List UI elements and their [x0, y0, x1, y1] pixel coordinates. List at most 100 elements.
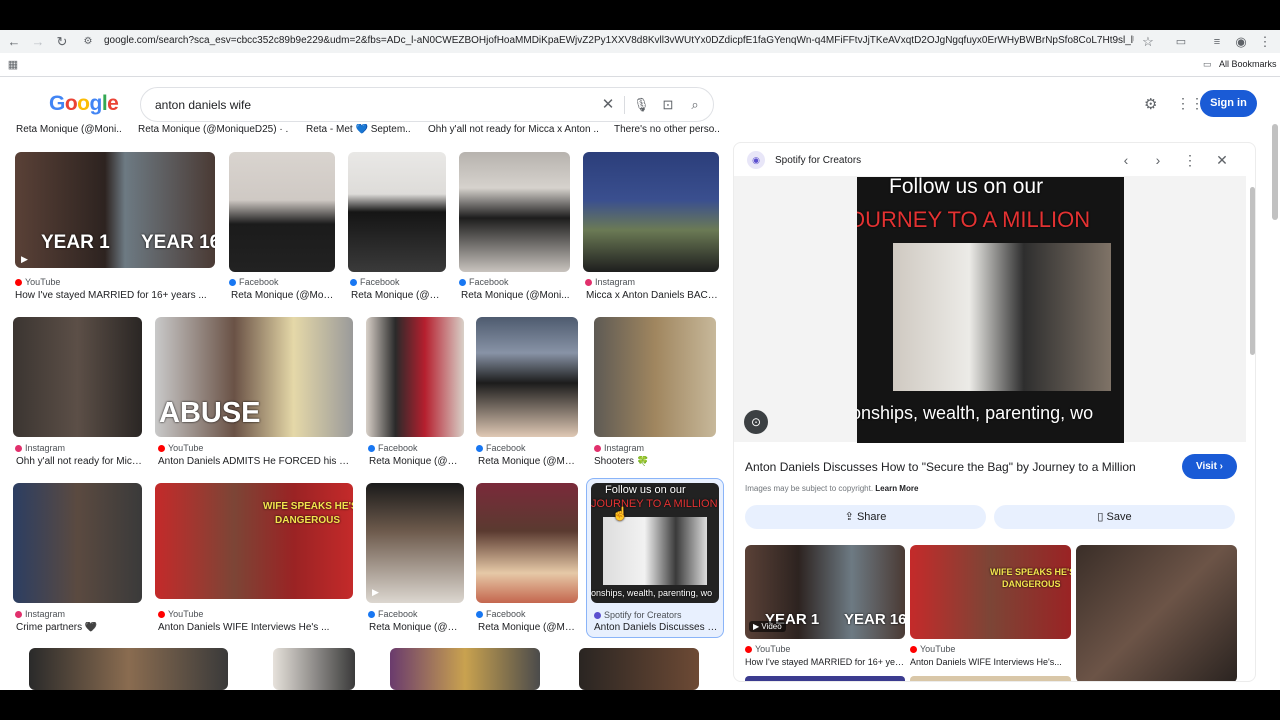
- thumbnail[interactable]: [583, 152, 719, 272]
- image-result[interactable]: ▶ Facebook Reta Monique (@M...: [366, 483, 464, 633]
- thumbnail[interactable]: [13, 483, 142, 603]
- image-result[interactable]: Facebook Reta Monique (@Moni...: [459, 152, 570, 302]
- microphone-icon[interactable]: 🎙: [633, 97, 650, 113]
- result-title[interactable]: Anton Daniels WIFE Interviews He's ...: [158, 622, 353, 633]
- settings-gear-icon[interactable]: ⚙: [1144, 95, 1157, 113]
- site-info-icon[interactable]: ⚙: [80, 34, 96, 50]
- forward-icon[interactable]: →: [30, 34, 46, 50]
- reload-icon[interactable]: ↻: [54, 34, 70, 50]
- image-result[interactable]: YEAR 1 YEAR 16 ▶ YouTube How I've stayed…: [15, 152, 215, 302]
- bookmark-star-icon[interactable]: ☆: [1140, 34, 1156, 50]
- google-logo[interactable]: Google: [49, 92, 119, 116]
- clear-icon[interactable]: ✕: [600, 97, 616, 113]
- cut-title-2[interactable]: Reta Monique (@MoniqueD25) · ...: [138, 124, 288, 135]
- panel-scrollbar[interactable]: [1250, 187, 1255, 355]
- media-icon[interactable]: ≡: [1209, 34, 1225, 50]
- cut-title-3[interactable]: Reta - Met 💙 Septem...: [306, 124, 411, 135]
- image-result[interactable]: Instagram Micca x Anton Daniels BACK ...: [583, 152, 719, 302]
- panel-title[interactable]: Anton Daniels Discusses How to "Secure t…: [745, 460, 1165, 474]
- result-title[interactable]: Ohh y'all not ready for Micc...: [16, 456, 142, 467]
- cast-icon[interactable]: ▭: [1173, 34, 1189, 50]
- image-result[interactable]: Facebook Reta Monique (@M...: [366, 317, 464, 467]
- result-title[interactable]: Reta Monique (@M...: [369, 456, 464, 467]
- result-title[interactable]: Reta Monique (@M...: [369, 622, 464, 633]
- thumbnail[interactable]: [229, 152, 335, 272]
- related-thumb-4[interactable]: [745, 676, 905, 681]
- url-text[interactable]: google.com/search?sca_esv=cbcc352c89b9e2…: [104, 35, 1134, 46]
- profile-icon[interactable]: ◉: [1233, 34, 1249, 50]
- thumbnail[interactable]: [476, 317, 578, 437]
- thumbnail[interactable]: ABUSE: [155, 317, 353, 437]
- search-input[interactable]: anton daniels wife: [155, 98, 251, 112]
- related-title-1[interactable]: How I've stayed MARRIED for 16+ years...: [745, 657, 905, 667]
- related-title-2[interactable]: Anton Daniels WIFE Interviews He's...: [910, 657, 1071, 667]
- image-result[interactable]: Instagram Crime partners 🖤: [13, 483, 142, 633]
- close-icon[interactable]: ✕: [1212, 150, 1232, 170]
- thumbnail[interactable]: [459, 152, 570, 272]
- share-button[interactable]: ⇪ Share: [745, 505, 986, 529]
- thumbnail[interactable]: Follow us on our JOURNEY TO A MILLION on…: [591, 483, 719, 603]
- thumbnail[interactable]: [29, 648, 228, 690]
- lens-icon[interactable]: ⊡: [660, 97, 676, 113]
- image-result[interactable]: Facebook Reta Monique (@Mon...: [229, 152, 335, 302]
- lens-search-icon[interactable]: ⊙: [744, 410, 768, 434]
- image-result[interactable]: ABUSE YouTube Anton Daniels ADMITS He FO…: [155, 317, 353, 467]
- result-source: Spotify for Creators: [594, 610, 722, 620]
- next-icon[interactable]: ›: [1148, 150, 1168, 170]
- result-title[interactable]: Micca x Anton Daniels BACK ...: [586, 290, 719, 301]
- result-title[interactable]: Reta Monique (@M...: [351, 290, 446, 301]
- image-result-selected[interactable]: Follow us on our JOURNEY TO A MILLION on…: [586, 478, 724, 638]
- browser-window: ← → ↻ ⚙ google.com/search?sca_esv=cbcc35…: [0, 30, 1280, 690]
- result-title[interactable]: Reta Monique (@Mon...: [231, 290, 335, 301]
- save-button[interactable]: ▯ Save: [994, 505, 1235, 529]
- image-result[interactable]: Instagram Ohh y'all not ready for Micc..…: [13, 317, 142, 467]
- result-title[interactable]: How I've stayed MARRIED for 16+ years ..…: [15, 290, 215, 301]
- all-bookmarks[interactable]: All Bookmarks: [1219, 59, 1277, 69]
- result-title[interactable]: Reta Monique (@Mo...: [478, 622, 578, 633]
- result-title[interactable]: Shooters 🍀: [594, 456, 716, 467]
- preview-image[interactable]: Follow us on our JOURNEY TO A MILLION on…: [857, 177, 1124, 443]
- back-icon[interactable]: ←: [6, 34, 22, 50]
- thumbnail[interactable]: WIFE SPEAKS HE'S DANGEROUS: [155, 483, 353, 599]
- result-title[interactable]: Anton Daniels Discusses H...: [594, 622, 722, 633]
- result-source: YouTube: [15, 277, 215, 287]
- related-thumb-5[interactable]: [910, 676, 1071, 681]
- thumbnail[interactable]: [366, 317, 464, 437]
- related-thumb-3[interactable]: [1076, 545, 1237, 681]
- thumbnail[interactable]: [273, 648, 355, 690]
- previous-icon[interactable]: ‹: [1116, 150, 1136, 170]
- image-result[interactable]: Facebook Reta Monique (@Mo...: [476, 483, 578, 633]
- thumbnail[interactable]: [476, 483, 578, 603]
- panel-source[interactable]: Spotify for Creators: [775, 155, 861, 166]
- search-icon[interactable]: ⌕: [687, 97, 703, 113]
- image-result[interactable]: Facebook Reta Monique (@Mo...: [476, 317, 578, 467]
- apps-grid-icon[interactable]: ▦: [5, 57, 21, 73]
- browser-menu-icon[interactable]: ⋮: [1257, 34, 1273, 50]
- sign-in-button[interactable]: Sign in: [1200, 90, 1257, 117]
- image-result[interactable]: Instagram Shooters 🍀: [594, 317, 716, 467]
- thumbnail[interactable]: [579, 648, 699, 690]
- more-options-icon[interactable]: ⋮: [1180, 150, 1200, 170]
- cut-title-5[interactable]: There's no other perso...: [614, 124, 719, 135]
- result-title[interactable]: Reta Monique (@Mo...: [478, 456, 578, 467]
- cut-title-4[interactable]: Ohh y'all not ready for Micca x Anton ..…: [428, 124, 598, 135]
- preview-follow-text: Follow us on our: [889, 177, 1044, 198]
- thumbnail[interactable]: [390, 648, 540, 690]
- cut-title-1[interactable]: Reta Monique (@Moni...: [16, 124, 121, 135]
- thumbnail[interactable]: [594, 317, 716, 437]
- learn-more-link[interactable]: Learn More: [875, 484, 918, 493]
- visit-button[interactable]: Visit ›: [1182, 454, 1237, 479]
- thumbnail[interactable]: ▶: [366, 483, 464, 603]
- search-box[interactable]: anton daniels wife ✕ 🎙 ⊡ ⌕: [140, 87, 714, 122]
- page-scrollbar[interactable]: [1272, 124, 1278, 220]
- image-result[interactable]: Facebook Reta Monique (@M...: [348, 152, 446, 302]
- thumbnail[interactable]: [13, 317, 142, 437]
- image-result[interactable]: WIFE SPEAKS HE'S DANGEROUS YouTube Anton…: [155, 483, 353, 633]
- related-thumb-1[interactable]: YEAR 1 YEAR 16 ▶ Video: [745, 545, 905, 639]
- result-title[interactable]: Anton Daniels ADMITS He FORCED his WIF..…: [158, 456, 353, 467]
- result-title[interactable]: Crime partners 🖤: [16, 622, 142, 633]
- thumbnail[interactable]: [348, 152, 446, 272]
- result-title[interactable]: Reta Monique (@Moni...: [461, 290, 570, 301]
- related-thumb-2[interactable]: WIFE SPEAKS HE'S DANGEROUS: [910, 545, 1071, 639]
- thumbnail[interactable]: YEAR 1 YEAR 16 ▶: [15, 152, 215, 268]
